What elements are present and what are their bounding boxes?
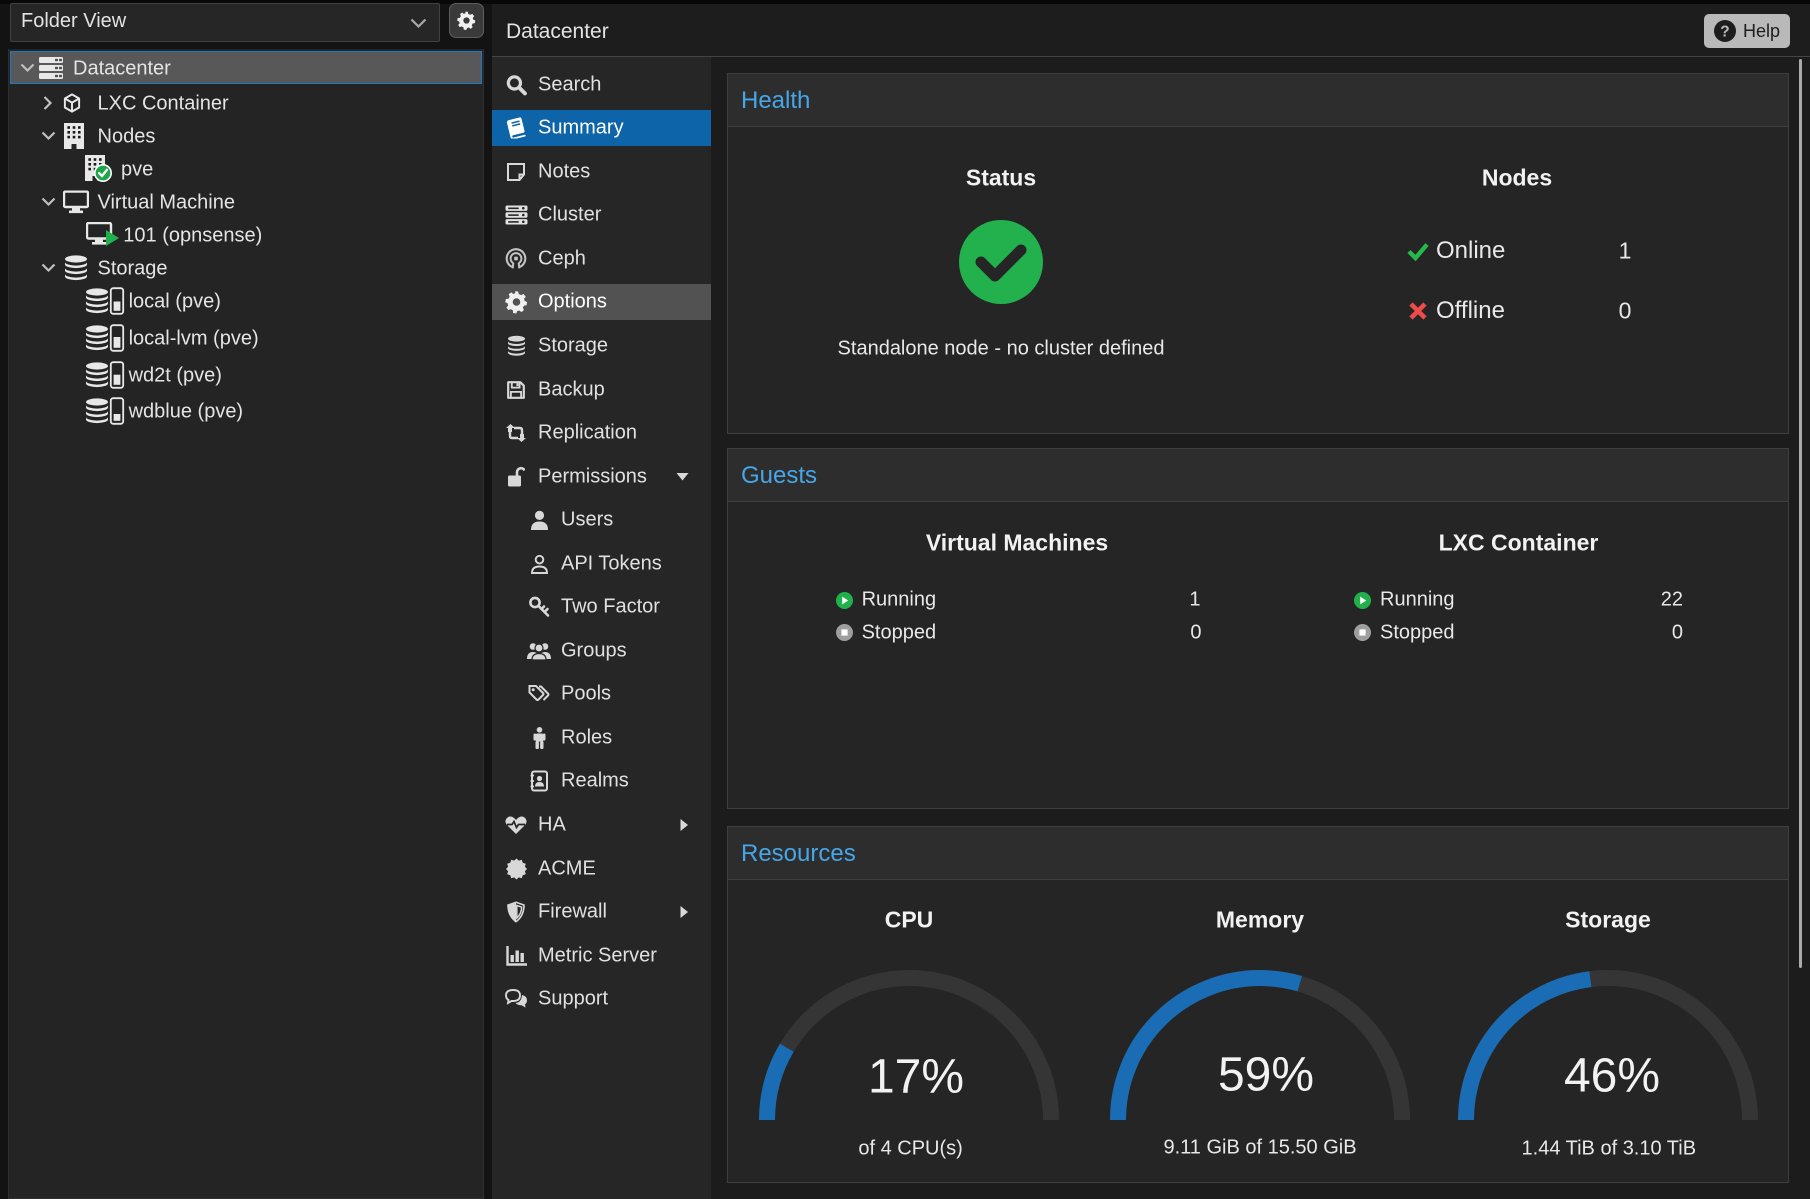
svg-text:?: ? <box>1720 24 1729 41</box>
